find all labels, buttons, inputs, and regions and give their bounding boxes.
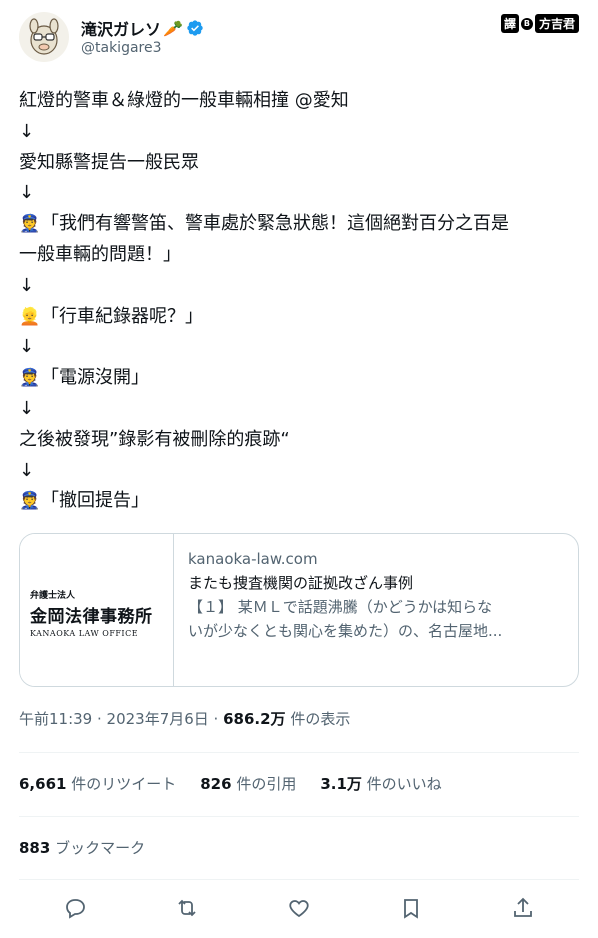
tweet-header: 滝沢ガレソ 🥕 @takigare3 譯 B 方吉君 xyxy=(19,12,579,62)
card-description-line: 【１】 某ＭＬで話題沸騰（かどうかは知らな xyxy=(188,598,493,616)
tweet-timestamp[interactable]: 午前11:39 · 2023年7月6日 · xyxy=(19,710,223,728)
card-description-line: いが少なくとも関心を集めた）の、名古屋地... xyxy=(188,622,503,640)
person-icon: 👱 xyxy=(19,306,41,327)
share-icon[interactable] xyxy=(511,896,535,920)
tweet-line: 之後被發現”錄影有被刪除的痕跡“ xyxy=(19,428,290,450)
tweet-text: 紅燈的警車＆綠燈的一般車輛相撞 @愛知 ↓ 愛知縣警提告一般民眾 ↓ 👮「我們有… xyxy=(19,86,579,517)
tweet-line: 👮「電源沒開」 xyxy=(19,363,579,394)
police-officer-icon: 👮 xyxy=(19,214,41,235)
retweet-icon[interactable] xyxy=(175,896,199,920)
action-bar xyxy=(19,890,579,926)
thumbnail-title: 金岡法律事務所 xyxy=(30,607,153,627)
thumbnail-english: KANAOKA LAW OFFICE xyxy=(30,629,139,638)
translator-badge-part3: 方吉君 xyxy=(534,14,579,33)
author-name[interactable]: 滝沢ガレソ xyxy=(81,16,161,40)
avatar[interactable] xyxy=(19,12,69,62)
translator-badge-part2: B xyxy=(520,17,533,30)
thumbnail-small-text: 弁護士法人 xyxy=(30,591,76,601)
divider xyxy=(19,816,579,817)
retweet-stat[interactable]: 6,661 件のリツイート xyxy=(19,773,176,794)
divider xyxy=(19,752,579,753)
author-handle[interactable]: @takigare3 xyxy=(81,40,162,56)
view-label: 件の表示 xyxy=(285,710,351,728)
police-officer-icon: 👮 xyxy=(19,368,41,389)
tweet-line: ↓ xyxy=(19,182,35,204)
carrot-icon: 🥕 xyxy=(163,18,183,38)
translator-badge-part1: 譯 xyxy=(500,14,519,33)
translator-badge: 譯 B 方吉君 xyxy=(500,14,579,33)
card-thumbnail[interactable]: 弁護士法人 金岡法律事務所 KANAOKA LAW OFFICE xyxy=(20,534,174,686)
tweet-meta: 午前11:39 · 2023年7月6日 · 686.2万 件の表示 xyxy=(19,708,350,729)
tweet-line: 愛知縣警提告一般民眾 xyxy=(19,151,199,173)
tweet-line: 👱「行車紀錄器呢？」 xyxy=(19,302,579,333)
tweet-line: ↓ xyxy=(19,459,35,481)
police-officer-icon: 👮 xyxy=(19,491,41,512)
tweet-line: ↓ xyxy=(19,274,35,296)
like-icon[interactable] xyxy=(287,896,311,920)
divider xyxy=(19,879,579,880)
quote-stat[interactable]: 826 件の引用 xyxy=(200,773,296,794)
card-domain: kanaoka-law.com xyxy=(188,550,318,568)
bookmark-icon[interactable] xyxy=(399,896,423,920)
bookmark-stat[interactable]: 883 ブックマーク xyxy=(19,837,145,858)
link-preview-card[interactable]: 弁護士法人 金岡法律事務所 KANAOKA LAW OFFICE kanaoka… xyxy=(19,533,579,687)
reply-icon[interactable] xyxy=(63,896,87,920)
tweet-line: 👮「我們有響警笛、警車處於緊急狀態！這個絕對百分之百是 xyxy=(19,209,579,240)
tweet-line: 紅燈的警車＆綠燈的一般車輛相撞 @愛知 xyxy=(19,90,349,111)
tweet-line: ↓ xyxy=(19,120,35,142)
author-name-row[interactable]: 滝沢ガレソ 🥕 xyxy=(81,16,204,40)
tweet-line: ↓ xyxy=(19,336,35,358)
view-count: 686.2万 xyxy=(223,710,286,728)
engagement-stats: 6,661 件のリツイート 826 件の引用 3.1万 件のいいね xyxy=(19,773,442,794)
verified-badge-icon xyxy=(187,20,203,36)
tweet-line: 👮「撤回提告」 xyxy=(19,486,579,517)
tweet-line: 一般車輛的問題！」 xyxy=(19,243,181,265)
card-title: またも捜査機関の証拠改ざん事例 xyxy=(188,574,414,592)
tweet-line: ↓ xyxy=(19,397,35,419)
card-text[interactable]: kanaoka-law.com またも捜査機関の証拠改ざん事例 【１】 某ＭＬで… xyxy=(174,534,578,686)
like-stat[interactable]: 3.1万 件のいいね xyxy=(320,773,441,794)
